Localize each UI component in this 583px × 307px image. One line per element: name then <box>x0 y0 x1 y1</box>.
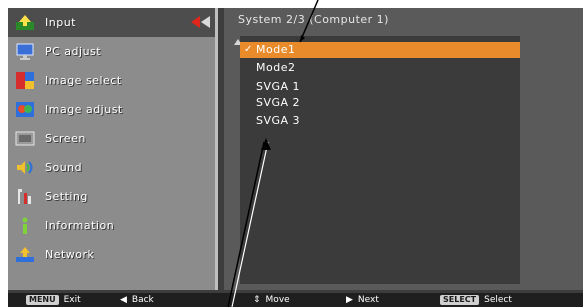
image-adjust-icon <box>15 100 35 119</box>
menu-item-pc-adjust[interactable]: PC adjust <box>8 37 215 66</box>
option-mode2[interactable]: Mode2 <box>240 60 520 76</box>
menu-item-label: Setting <box>45 190 88 203</box>
image-select-icon <box>15 71 35 90</box>
left-arrow-icon: ◀ <box>120 295 127 305</box>
menu-item-label: Sound <box>45 161 83 174</box>
menu-item-label: Image select <box>45 74 122 87</box>
menu-item-label: Image adjust <box>45 103 123 116</box>
up-down-arrows-icon: ⇕ <box>253 295 261 305</box>
menu-item-network[interactable]: Network <box>8 240 215 269</box>
system-option-list: ✓ Mode1 Mode2 SVGA 1 SVGA 2 SVGA 3 <box>240 36 520 284</box>
option-svga-2[interactable]: SVGA 2 <box>240 95 520 111</box>
network-icon <box>15 245 35 264</box>
menu-item-setting[interactable]: Setting <box>8 182 215 211</box>
option-label: Mode2 <box>256 61 296 74</box>
menu-item-information[interactable]: Information <box>8 211 215 240</box>
checkmark-icon: ✓ <box>244 44 253 55</box>
input-icon <box>15 13 35 32</box>
menu-item-label: Input <box>45 16 76 29</box>
menu-item-image-adjust[interactable]: Image adjust <box>8 95 215 124</box>
menu-item-label: Network <box>45 248 95 261</box>
menu-item-screen[interactable]: Screen <box>8 124 215 153</box>
back-hint: ◀ Back <box>120 293 154 307</box>
selected-arrow-icon <box>191 16 200 28</box>
information-icon <box>15 216 35 235</box>
select-label: Select <box>484 295 512 305</box>
sound-icon <box>15 158 35 177</box>
option-svga-3[interactable]: SVGA 3 <box>240 113 520 129</box>
option-label: SVGA 1 <box>256 80 301 93</box>
main-menu: Input PC adjust Image select Image adjus… <box>8 8 218 290</box>
monitor-icon <box>15 42 35 61</box>
submenu-title: System 2/3 (Computer 1) <box>238 13 389 26</box>
option-label: Mode1 <box>256 43 296 56</box>
option-mode1[interactable]: ✓ Mode1 <box>240 42 520 58</box>
menu-item-label: Screen <box>45 132 86 145</box>
select-hint: SELECT Select <box>440 293 512 307</box>
option-svga-1[interactable]: SVGA 1 <box>240 79 520 95</box>
select-key: SELECT <box>440 295 480 305</box>
right-arrow-icon: ▶ <box>346 295 353 305</box>
projector-osd-menu: Input PC adjust Image select Image adjus… <box>8 8 583 307</box>
setting-icon <box>15 187 35 206</box>
menu-item-image-select[interactable]: Image select <box>8 66 215 95</box>
key-guide-bar: MENU Exit ◀ Back ⇕ Move ▶ Next SELECT Se… <box>8 293 583 307</box>
exit-hint: MENU Exit <box>26 293 81 307</box>
menu-key: MENU <box>26 295 59 305</box>
move-hint: ⇕ Move <box>253 293 290 307</box>
menu-item-label: PC adjust <box>45 45 102 58</box>
menu-item-label: Information <box>45 219 115 232</box>
menu-item-sound[interactable]: Sound <box>8 153 215 182</box>
move-label: Move <box>265 295 290 305</box>
next-hint: ▶ Next <box>346 293 379 307</box>
exit-label: Exit <box>63 295 81 305</box>
screen-icon <box>15 129 35 148</box>
submenu-panel: System 2/3 (Computer 1) ✓ Mode1 Mode2 SV… <box>224 8 583 290</box>
back-label: Back <box>131 295 154 305</box>
option-label: SVGA 3 <box>256 114 301 127</box>
menu-item-input[interactable]: Input <box>8 8 215 37</box>
selected-arrow-outline-icon <box>201 16 210 28</box>
next-label: Next <box>357 295 379 305</box>
option-label: SVGA 2 <box>256 96 301 109</box>
